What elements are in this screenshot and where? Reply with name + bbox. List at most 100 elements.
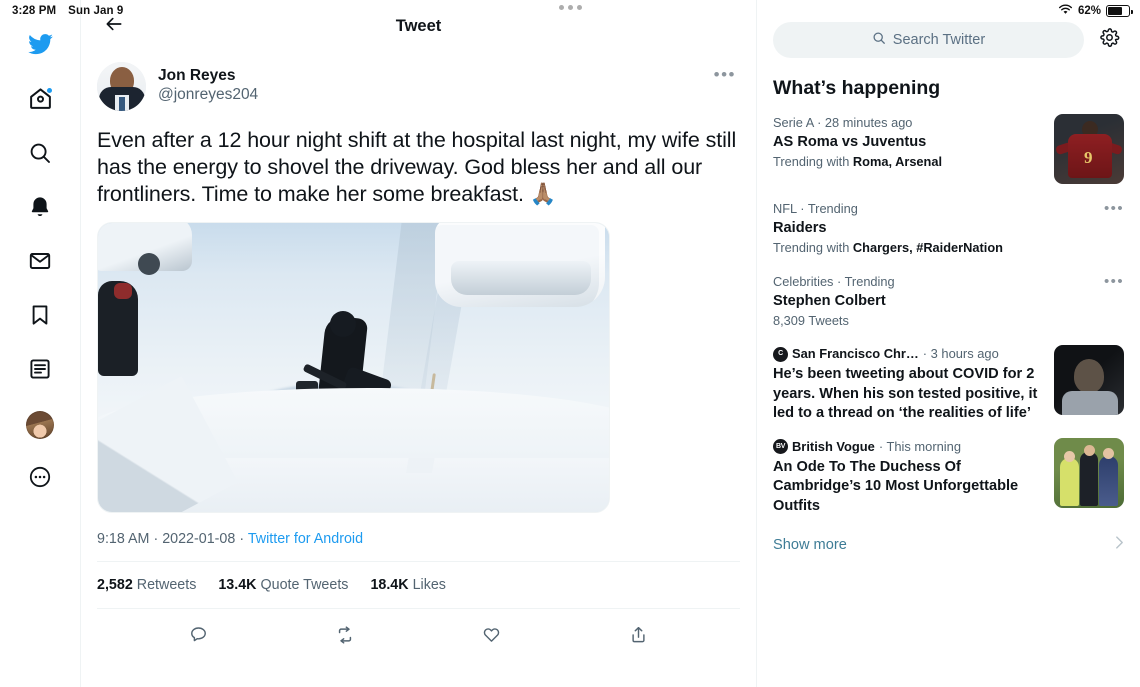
trend-sub-bold: Chargers, #RaiderNation	[852, 240, 1003, 255]
stat-quotes[interactable]: 13.4K Quote Tweets	[218, 577, 348, 593]
trend-category: Serie A · 28 minutes ago	[773, 115, 913, 130]
heart-icon	[482, 625, 501, 649]
author-handle[interactable]: @jonreyes204	[158, 85, 710, 105]
sidebar-item-lists[interactable]	[17, 348, 63, 394]
sidebar-item-notifications[interactable]	[17, 186, 63, 232]
news-source-name: San Francisco Chr…	[792, 346, 919, 361]
tweet-action-bar	[97, 609, 740, 667]
tweet-image[interactable]	[97, 222, 610, 513]
tweet-timestamp: 9:18 AM · 2022-01-08 · Twitter for Andro…	[97, 513, 740, 562]
news-time: · 3 hours ago	[922, 346, 999, 361]
news-title: An Ode To The Duchess Of Cambridge’s 10 …	[773, 458, 1019, 514]
tweet-author-row: Jon Reyes @jonreyes204 •••	[97, 56, 740, 113]
twitter-app: 3:28 PM Sun Jan 9 62% Tweet Jon Reyes @j…	[0, 0, 1140, 687]
trend-name: Raiders	[773, 220, 827, 236]
trend-subtitle: 8,309 Tweets	[773, 313, 849, 328]
sidebar-item-twitter-logo[interactable]	[17, 24, 63, 70]
stat-retweets[interactable]: 2,582 Retweets	[97, 577, 196, 593]
trend-thumbnail[interactable]: 9	[1054, 114, 1124, 184]
retweet-button[interactable]	[327, 619, 363, 655]
news-time: · This morning	[878, 438, 961, 454]
retweet-icon	[335, 625, 355, 650]
window-drag-handle[interactable]	[0, 5, 1140, 10]
more-horizontal-icon[interactable]: •••	[710, 62, 740, 88]
news-item[interactable]: C San Francisco Chr… · 3 hours ago He’s …	[773, 338, 1124, 431]
news-source-row: C San Francisco Chr… · 3 hours ago	[773, 345, 1044, 363]
show-more-label: Show more	[773, 536, 847, 553]
trend-body: Serie A · 28 minutes ago AS Roma vs Juve…	[773, 114, 1044, 171]
news-item[interactable]: BV British Vogue · This morning An Ode T…	[773, 431, 1124, 524]
sidebar-item-profile[interactable]	[17, 402, 63, 448]
sidebar-item-home[interactable]	[17, 78, 63, 124]
stat-retweets-label: Retweets	[136, 577, 197, 593]
news-source-name: British Vogue	[792, 438, 875, 454]
page-title: Tweet	[395, 16, 442, 35]
trend-subtitle: Trending with Chargers, #RaiderNation	[773, 239, 1094, 257]
news-thumbnail[interactable]	[1054, 345, 1124, 415]
source-logo-icon: C	[773, 346, 788, 362]
envelope-icon	[28, 249, 52, 278]
author-name[interactable]: Jon Reyes	[158, 66, 710, 85]
trend-item[interactable]: Celebrities · Trending Stephen Colbert 8…	[773, 265, 1124, 338]
stat-retweets-count: 2,582	[97, 577, 133, 593]
comment-icon	[189, 625, 208, 649]
bookmark-icon	[28, 303, 52, 332]
search-icon	[872, 31, 886, 49]
share-icon	[629, 625, 648, 649]
stat-quotes-count: 13.4K	[218, 577, 257, 593]
trend-name: AS Roma vs Juventus	[773, 134, 927, 150]
news-body: C San Francisco Chr… · 3 hours ago He’s …	[773, 345, 1044, 424]
news-title: He’s been tweeting about COVID for 2 yea…	[773, 366, 1038, 421]
news-body: BV British Vogue · This morning An Ode T…	[773, 438, 1044, 517]
left-nav-rail	[0, 0, 80, 687]
whats-happening-title: What’s happening	[773, 77, 941, 99]
share-button[interactable]	[621, 619, 657, 655]
trend-body: NFL · Trending Raiders Trending with Cha…	[773, 200, 1094, 257]
search-input[interactable]: Search Twitter	[773, 22, 1084, 58]
trend-subtitle: Trending with Roma, Arsenal	[773, 153, 1044, 171]
avatar	[26, 411, 54, 439]
search-icon	[28, 141, 52, 170]
more-horizontal-icon[interactable]: •••	[1104, 273, 1124, 289]
trend-body: Celebrities · Trending Stephen Colbert 8…	[773, 273, 1094, 330]
trend-name: Stephen Colbert	[773, 293, 886, 309]
sidebar-item-more[interactable]	[17, 456, 63, 502]
tweet-detail-column: Tweet Jon Reyes @jonreyes204 ••• Even af…	[80, 0, 757, 687]
tweet-source-link[interactable]: Twitter for Android	[248, 531, 363, 547]
back-arrow-icon	[104, 14, 124, 39]
tweet-date: 2022-01-08	[162, 531, 236, 547]
chevron-right-icon	[1115, 535, 1124, 554]
news-thumbnail[interactable]	[1054, 437, 1124, 508]
like-button[interactable]	[474, 619, 510, 655]
trend-category: NFL · Trending	[773, 201, 858, 216]
reply-button[interactable]	[180, 619, 216, 655]
meta-sep-1: ·	[153, 531, 159, 547]
home-unread-badge	[46, 87, 53, 94]
source-logo-icon: BV	[773, 439, 788, 454]
search-placeholder: Search Twitter	[892, 32, 986, 48]
trend-item[interactable]: Serie A · 28 minutes ago AS Roma vs Juve…	[773, 106, 1124, 192]
tweet-time: 9:18 AM	[97, 531, 150, 547]
trend-sub-prefix: Trending with	[773, 154, 853, 169]
tweet: Jon Reyes @jonreyes204 ••• Even after a …	[81, 52, 756, 667]
sidebar-item-bookmarks[interactable]	[17, 294, 63, 340]
bell-icon	[28, 195, 52, 224]
list-icon	[28, 357, 52, 386]
trend-category: Celebrities · Trending	[773, 274, 895, 289]
stat-likes[interactable]: 18.4K Likes	[370, 577, 446, 593]
back-button[interactable]	[97, 9, 131, 43]
news-source-row: BV British Vogue · This morning	[773, 438, 1044, 456]
author-avatar[interactable]	[97, 62, 146, 111]
stat-likes-count: 18.4K	[370, 577, 409, 593]
search-row: Search Twitter	[773, 22, 1124, 58]
more-horizontal-icon[interactable]: •••	[1104, 200, 1124, 216]
right-sidebar: Search Twitter What’s happening Serie A …	[757, 0, 1140, 687]
sidebar-item-messages[interactable]	[17, 240, 63, 286]
sidebar-item-explore[interactable]	[17, 132, 63, 178]
trend-item[interactable]: NFL · Trending Raiders Trending with Cha…	[773, 192, 1124, 265]
tweet-stats: 2,582 Retweets 13.4K Quote Tweets 18.4K …	[97, 562, 740, 609]
show-more-button[interactable]: Show more	[773, 523, 1124, 564]
settings-button[interactable]	[1094, 25, 1124, 55]
trend-sub-prefix: Trending with	[773, 240, 853, 255]
tweet-text: Even after a 12 hour night shift at the …	[97, 128, 737, 206]
